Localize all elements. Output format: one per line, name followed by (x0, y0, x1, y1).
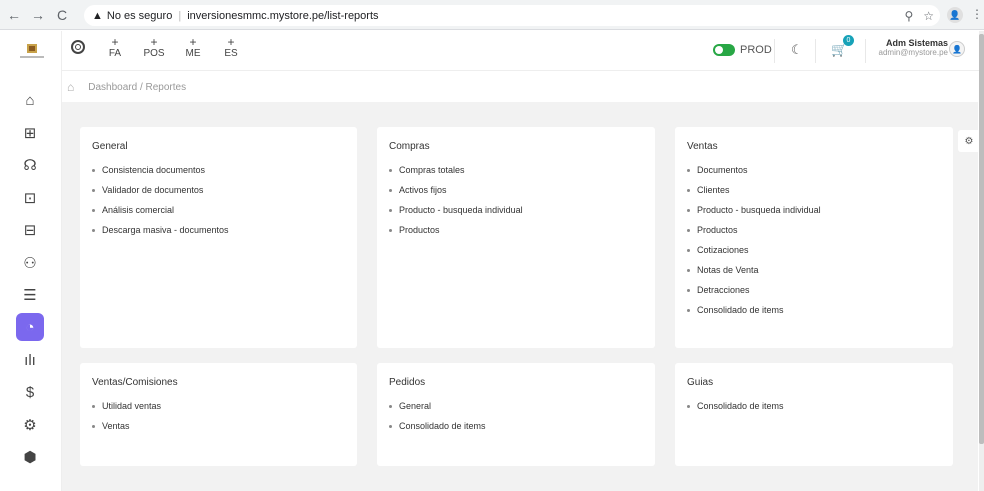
sidebar-item-finance[interactable]: $ (16, 378, 44, 406)
card-title: Ventas/Comisiones (92, 377, 178, 388)
sidebar-item-home[interactable]: ⌂ (16, 86, 44, 114)
quick-action-pos[interactable]: + POS (141, 35, 167, 59)
card-title: Guias (687, 377, 714, 388)
cart-count-badge: 0 (843, 35, 854, 46)
warning-icon: ▲ (92, 9, 103, 22)
url-text[interactable]: inversionesmmc.mystore.pe/list-reports (187, 10, 378, 22)
settings-gear-icon[interactable]: ⚙ (958, 130, 980, 152)
env-label: PROD (740, 44, 772, 56)
card-title: Compras (389, 141, 430, 152)
report-link[interactable]: Notas de Venta (687, 260, 941, 280)
card-title: General (92, 141, 128, 152)
report-card-pedidos: Pedidos General Consolidado de items (377, 363, 655, 466)
report-link[interactable]: Consolidado de items (687, 300, 941, 320)
sidebar: ⌂ ⊞ ☊ ⊡ ⊟ ⚇ ☰ ◔ ılı $ ⚙ ⬢ (0, 31, 62, 491)
report-card-guias: Guias Consolidado de items (675, 363, 953, 466)
breadcrumb-path: Dashboard / Reportes (88, 81, 187, 93)
sidebar-item-modules[interactable]: ⬢ (16, 443, 44, 471)
browser-menu-icon[interactable]: ⋮ (971, 7, 983, 21)
sidebar-item-settings[interactable]: ⚙ (16, 411, 44, 439)
sidebar-item-documents[interactable]: ☰ (16, 281, 44, 309)
env-toggle[interactable] (713, 44, 735, 56)
user-name[interactable]: Adm Sistemas (886, 38, 948, 48)
report-link[interactable]: Cotizaciones (687, 240, 941, 260)
plus-icon: + (150, 35, 158, 49)
report-link[interactable]: Clientes (687, 180, 941, 200)
star-icon[interactable]: ☆ (923, 9, 934, 23)
plus-icon: + (189, 35, 197, 49)
quick-action-label: FA (108, 48, 122, 59)
zoom-icon[interactable]: ⚲ (904, 9, 913, 23)
report-link[interactable]: Consistencia documentos (92, 160, 345, 180)
sidebar-item-shop[interactable]: ⊡ (16, 184, 44, 212)
divider (774, 39, 775, 63)
report-link[interactable]: Productos (687, 220, 941, 240)
browser-profile-icon[interactable]: 👤 (947, 7, 963, 23)
forward-button[interactable]: → (28, 5, 48, 25)
target-icon[interactable] (71, 40, 85, 54)
report-link[interactable]: Producto - busqueda individual (389, 200, 643, 220)
sidebar-item-reports[interactable]: ◔ (16, 313, 44, 341)
avatar[interactable]: 👤 (949, 41, 965, 57)
card-title: Ventas (687, 141, 718, 152)
report-card-general: General Consistencia documentos Validado… (80, 127, 357, 348)
back-button[interactable]: ← (4, 5, 24, 25)
report-link[interactable]: Análisis comercial (92, 200, 345, 220)
card-title: Pedidos (389, 377, 426, 388)
quick-action-label: ME (185, 48, 201, 59)
report-link[interactable]: Detracciones (687, 280, 941, 300)
user-email: admin@mystore.pe (878, 48, 948, 57)
report-link[interactable]: General (389, 396, 643, 416)
app-logo[interactable] (18, 39, 46, 61)
moon-icon[interactable]: ☾ (791, 42, 803, 58)
home-icon[interactable]: ⌂ (67, 80, 74, 94)
scrollbar-thumb[interactable] (979, 34, 984, 444)
app-header: + FA + POS + ME + ES PROD ☾ 🛒 0 Adm Sist… (62, 31, 984, 71)
report-card-compras: Compras Compras totales Activos fijos Pr… (377, 127, 655, 348)
sidebar-item-dashboard[interactable]: ⊞ (16, 119, 44, 147)
plus-icon: + (227, 35, 235, 49)
sidebar-item-persons[interactable]: ⚇ (16, 249, 44, 277)
report-link[interactable]: Descarga masiva - documentos (92, 220, 345, 240)
reload-button[interactable]: C (52, 5, 72, 25)
report-link[interactable]: Documentos (687, 160, 941, 180)
report-link[interactable]: Consolidado de items (389, 416, 643, 436)
report-link[interactable]: Producto - busqueda individual (687, 200, 941, 220)
quick-action-label: POS (143, 48, 165, 59)
quick-action-es[interactable]: + ES (218, 35, 244, 59)
report-link[interactable]: Activos fijos (389, 180, 643, 200)
quick-action-label: ES (224, 48, 238, 59)
address-bar[interactable]: ▲ No es seguro | inversionesmmc.mystore.… (84, 5, 940, 26)
report-link[interactable]: Consolidado de items (687, 396, 941, 416)
report-link[interactable]: Ventas (92, 416, 345, 436)
report-card-ventas-comisiones: Ventas/Comisiones Utilidad ventas Ventas (80, 363, 357, 466)
security-text[interactable]: No es seguro (107, 10, 172, 22)
report-card-ventas: Ventas Documentos Clientes Producto - bu… (675, 127, 953, 348)
quick-action-fa[interactable]: + FA (102, 35, 128, 59)
report-link[interactable]: Utilidad ventas (92, 396, 345, 416)
main-content: General Consistencia documentos Validado… (62, 102, 978, 491)
quick-action-me[interactable]: + ME (180, 35, 206, 59)
report-link[interactable]: Compras totales (389, 160, 643, 180)
plus-icon: + (111, 35, 119, 49)
breadcrumb: ⌂ Dashboard / Reportes (62, 72, 978, 102)
sidebar-item-inventory[interactable]: ⊟ (16, 216, 44, 244)
report-link[interactable]: Productos (389, 220, 643, 240)
divider (865, 39, 866, 63)
divider (815, 39, 816, 63)
report-link[interactable]: Validador de documentos (92, 180, 345, 200)
sidebar-item-stats[interactable]: ılı (16, 346, 44, 374)
sidebar-item-users[interactable]: ☊ (16, 151, 44, 179)
